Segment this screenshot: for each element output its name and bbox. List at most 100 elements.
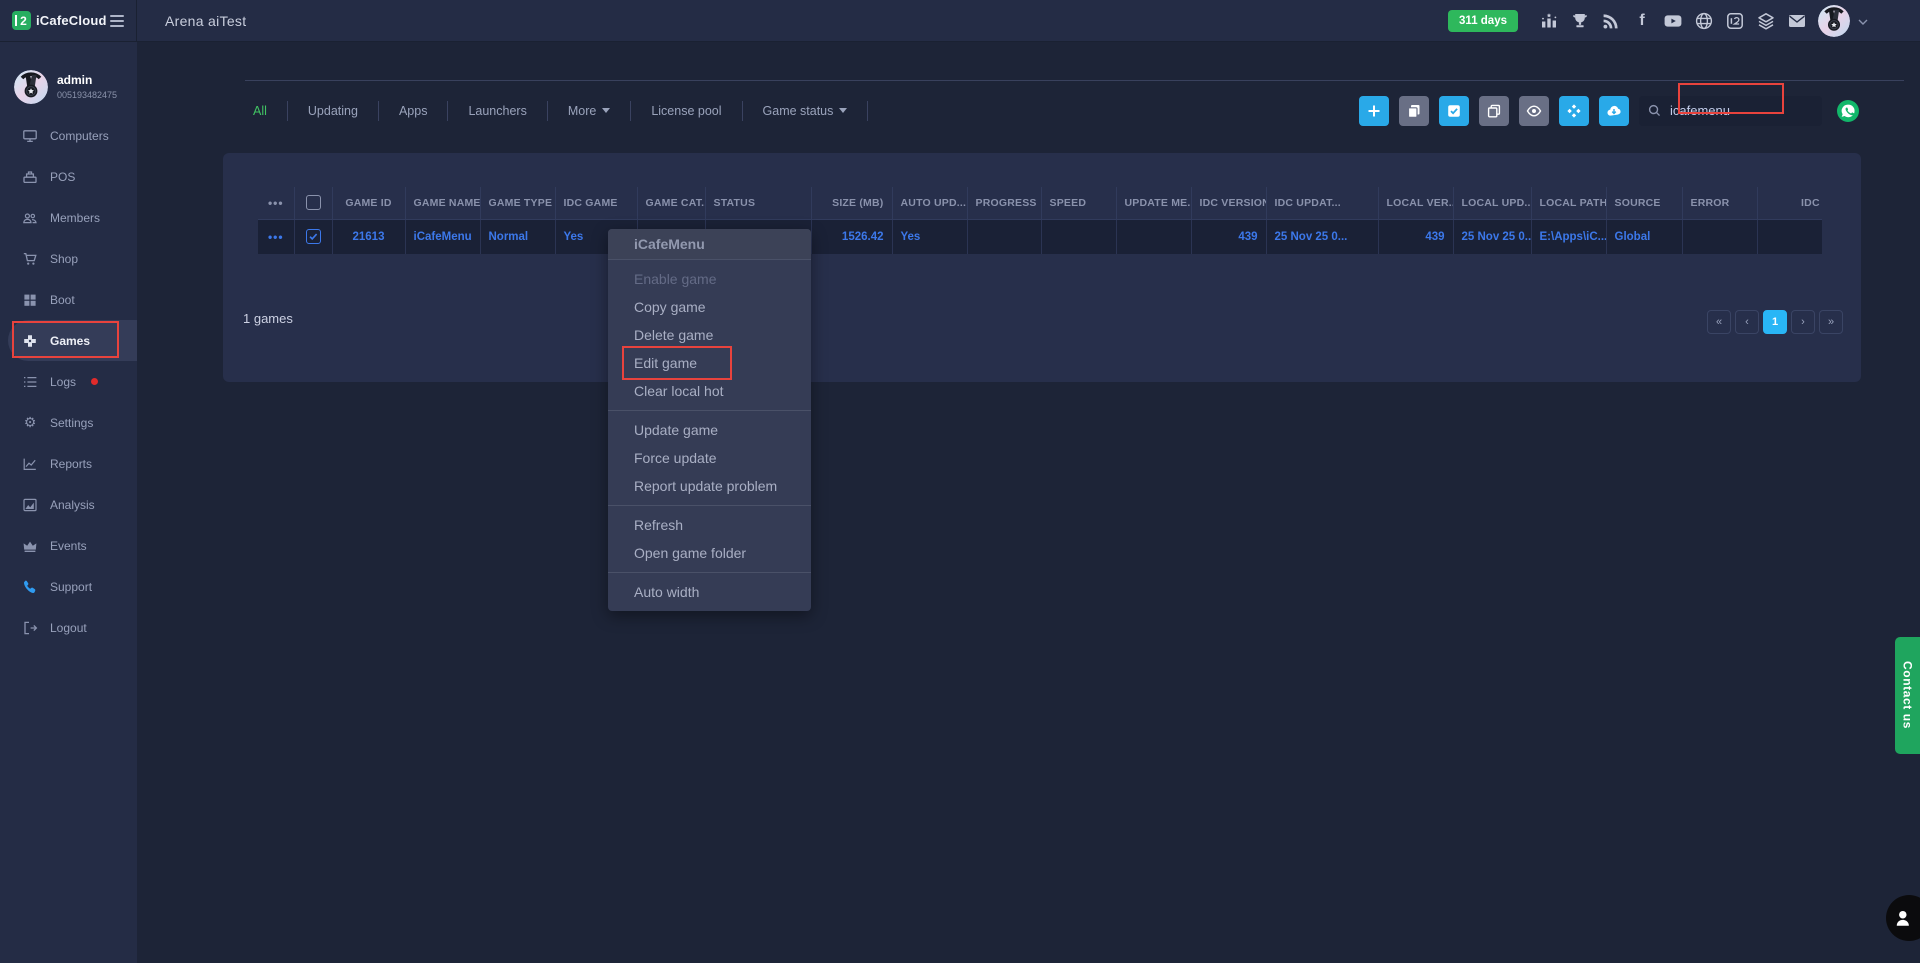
tab-launchers[interactable]: Launchers (448, 104, 546, 118)
tab-updating[interactable]: Updating (288, 104, 378, 118)
sidebar-nav: Computers POS Members Shop Boot Games (0, 115, 137, 648)
col-status[interactable]: STATUS (705, 187, 811, 219)
sidebar-item-boot[interactable]: Boot (0, 279, 137, 320)
col-game-category[interactable]: GAME CAT... (637, 187, 705, 219)
sidebar-item-shop[interactable]: Shop (0, 238, 137, 279)
rss-icon[interactable] (1601, 11, 1621, 31)
page-1-button[interactable]: 1 (1763, 310, 1787, 334)
user-avatar[interactable] (1818, 5, 1850, 37)
menu-item-report-update-problem[interactable]: Report update problem (608, 472, 811, 500)
cell-game-id: 21613 (332, 219, 405, 254)
header-checkbox[interactable] (306, 195, 321, 210)
tab-all[interactable]: All (245, 104, 287, 118)
monitor-icon (22, 128, 38, 144)
sidebar-item-logout[interactable]: Logout (0, 607, 137, 648)
sidebar-item-analysis[interactable]: Analysis (0, 484, 137, 525)
tab-more[interactable]: More (548, 104, 630, 118)
menu-item-copy-game[interactable]: Copy game (608, 293, 811, 321)
duplicate-button[interactable] (1479, 96, 1509, 126)
col-error[interactable]: ERROR (1682, 187, 1757, 219)
col-game-id[interactable]: GAME ID (332, 187, 405, 219)
col-local-path[interactable]: LOCAL PATH (1531, 187, 1606, 219)
hamburger-menu-icon[interactable] (107, 12, 127, 30)
col-update-message[interactable]: UPDATE ME... (1116, 187, 1191, 219)
select-all-button[interactable] (1439, 96, 1469, 126)
page-next-button[interactable]: › (1791, 310, 1815, 334)
people-icon (22, 210, 38, 226)
youtube-icon[interactable] (1663, 11, 1683, 31)
sidebar-item-members[interactable]: Members (0, 197, 137, 238)
checkbox-check-icon (1446, 103, 1462, 119)
icafecloud-mark-icon[interactable] (1725, 11, 1745, 31)
col-game-name[interactable]: GAME NAME (405, 187, 480, 219)
contact-us-button[interactable]: Contact us (1895, 637, 1920, 754)
cell-idc-version: 439 (1191, 219, 1266, 254)
cloud-download-button[interactable] (1599, 96, 1629, 126)
menu-item-open-game-folder[interactable]: Open game folder (608, 539, 811, 567)
trophy-icon[interactable] (1570, 11, 1590, 31)
menu-item-auto-width[interactable]: Auto width (608, 578, 811, 606)
sidebar-user-block[interactable]: admin 005193482475 (0, 42, 137, 115)
cell-idc-host: 28 (1757, 219, 1822, 254)
row-checkbox[interactable] (306, 229, 321, 244)
game-row[interactable]: ••• 21613 iCafeMenu Normal Yes 1526.42 Y… (258, 219, 1822, 254)
col-idc-updated[interactable]: IDC UPDAT... (1266, 187, 1378, 219)
header-menu-icon[interactable]: ••• (268, 196, 284, 210)
globe-icon[interactable] (1694, 11, 1714, 31)
sidebar-item-settings[interactable]: ⚙ Settings (0, 402, 137, 443)
sidebar-item-label: Computers (50, 129, 109, 143)
license-days-badge[interactable]: 311 days (1448, 10, 1518, 32)
mail-icon[interactable] (1787, 11, 1807, 31)
sidebar-item-logs[interactable]: Logs (0, 361, 137, 402)
menu-item-clear-local-hot[interactable]: Clear local hot (608, 377, 811, 405)
col-idc-version[interactable]: IDC VERSION (1191, 187, 1266, 219)
actions-button[interactable] (1559, 96, 1589, 126)
brand-area: 2 iCafeCloud (0, 0, 137, 41)
menu-item-update-game[interactable]: Update game (608, 416, 811, 444)
search-icon[interactable] (1647, 103, 1662, 118)
person-silhouette-icon (1894, 907, 1916, 929)
menu-item-delete-game[interactable]: Delete game (608, 321, 811, 349)
col-game-type[interactable]: GAME TYPE (480, 187, 555, 219)
col-auto-update[interactable]: AUTO UPD... (892, 187, 967, 219)
celebration-icon[interactable] (1539, 11, 1559, 31)
sidebar-item-reports[interactable]: Reports (0, 443, 137, 484)
page-last-button[interactable]: » (1819, 310, 1843, 334)
menu-item-edit-game[interactable]: Edit game (608, 349, 811, 377)
cell-update-message (1116, 219, 1191, 254)
col-idc-game[interactable]: IDC GAME (555, 187, 637, 219)
col-size-mb[interactable]: SIZE (MB) (811, 187, 892, 219)
sidebar-item-pos[interactable]: POS (0, 156, 137, 197)
tab-game-status[interactable]: Game status (743, 104, 868, 118)
row-menu-icon[interactable]: ••• (268, 230, 284, 244)
menu-item-force-update[interactable]: Force update (608, 444, 811, 472)
chevron-down-icon[interactable] (1858, 12, 1868, 30)
visibility-button[interactable] (1519, 96, 1549, 126)
col-idc-host[interactable]: IDC HO (1757, 187, 1822, 219)
menu-item-refresh[interactable]: Refresh (608, 511, 811, 539)
sidebar-item-games[interactable]: Games (8, 320, 137, 361)
menu-item-enable-game[interactable]: Enable game (608, 265, 811, 293)
sidebar-item-support[interactable]: Support (0, 566, 137, 607)
sidebar-item-events[interactable]: Events (0, 525, 137, 566)
page-first-button[interactable]: « (1707, 310, 1731, 334)
whatsapp-icon[interactable] (1836, 99, 1860, 123)
tab-license-pool[interactable]: License pool (631, 104, 741, 118)
cell-auto-update: Yes (892, 219, 967, 254)
search-input[interactable] (1670, 103, 1814, 118)
col-local-version[interactable]: LOCAL VER... (1378, 187, 1453, 219)
col-source[interactable]: SOURCE (1606, 187, 1682, 219)
add-game-button[interactable] (1359, 96, 1389, 126)
user-name: admin (57, 73, 117, 87)
copy-button[interactable] (1399, 96, 1429, 126)
col-local-updated[interactable]: LOCAL UPD... (1453, 187, 1531, 219)
sidebar-item-computers[interactable]: Computers (0, 115, 137, 156)
col-speed[interactable]: SPEED (1041, 187, 1116, 219)
sidebar-item-label: Reports (50, 457, 92, 471)
col-progress[interactable]: PROGRESS (967, 187, 1041, 219)
tab-apps[interactable]: Apps (379, 104, 448, 118)
page-prev-button[interactable]: ‹ (1735, 310, 1759, 334)
facebook-icon[interactable]: f (1632, 11, 1652, 31)
gear-icon: ⚙ (22, 415, 38, 431)
layers-icon[interactable] (1756, 11, 1776, 31)
